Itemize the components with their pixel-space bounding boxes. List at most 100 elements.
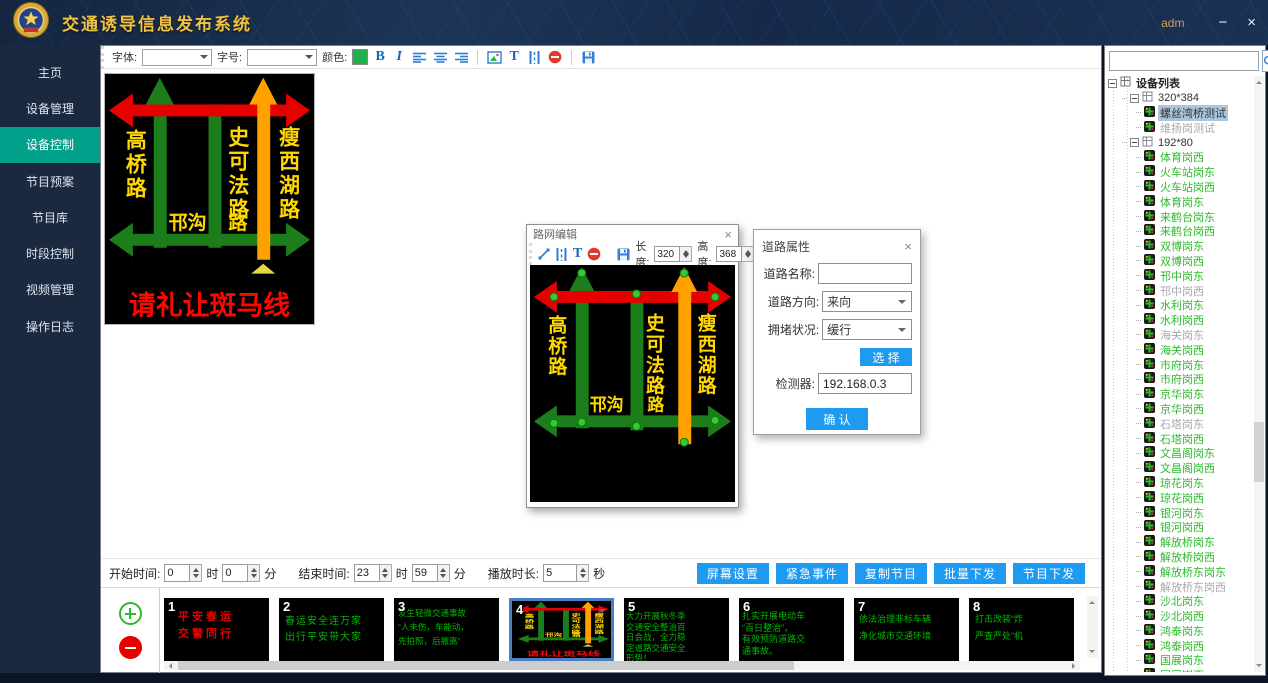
start-hour-input[interactable] [164, 564, 190, 582]
spinner-arrows[interactable] [380, 564, 392, 582]
tree-row[interactable]: 市府岗西 [1108, 372, 1252, 387]
tree-row[interactable]: 解放桥东岗东 [1108, 564, 1252, 579]
image-tool-icon[interactable] [486, 49, 502, 65]
device-label[interactable]: 维扬岗测试 [1158, 120, 1217, 136]
program-thumbnail[interactable]: 8 打击改装“炸严查严处“机 [969, 598, 1074, 661]
duration-input[interactable] [543, 564, 577, 582]
end-minute-stepper[interactable] [412, 564, 450, 582]
add-program-icon[interactable] [119, 602, 142, 625]
device-label[interactable]: 市府岗西 [1158, 371, 1206, 387]
device-label[interactable]: 双博岗东 [1158, 238, 1206, 254]
sidebar-item[interactable]: 设备管理 [0, 90, 100, 126]
tree-row[interactable]: 银河岗东 [1108, 505, 1252, 520]
tree-row[interactable]: 琼花岗西 [1108, 490, 1252, 505]
program-thumbnail[interactable]: 3 发生轻微交通事故“人未伤，车能动，先拍照，后撤离” [394, 598, 499, 661]
scroll-up-icon[interactable] [1256, 78, 1262, 84]
device-label[interactable]: 邗中岗东 [1158, 268, 1206, 284]
start-hour-stepper[interactable] [164, 564, 202, 582]
send-program-button[interactable]: 节目下发 [1013, 563, 1085, 584]
length-stepper[interactable] [654, 246, 692, 262]
led-preview[interactable]: 高桥路 史可法路 瘦西湖路 邗沟 路 请礼让斑马线 [104, 73, 315, 325]
minimize-icon[interactable]: − [1218, 15, 1227, 30]
device-label[interactable]: 银河岗西 [1158, 519, 1206, 535]
tree-scrollbar[interactable] [1254, 76, 1264, 672]
device-label[interactable]: 火车站岗东 [1158, 164, 1217, 180]
device-label[interactable]: 320*384 [1156, 92, 1201, 104]
tree-row[interactable]: 维扬岗测试 [1108, 120, 1252, 135]
tree-row[interactable]: 来鹤台岗东 [1108, 209, 1252, 224]
scroll-right-icon[interactable] [1072, 663, 1078, 669]
end-minute-input[interactable] [412, 564, 438, 582]
roadnet-canvas[interactable]: 高桥路 史可法路 瘦西湖路 邗沟 路 [530, 265, 735, 502]
italic-button[interactable]: I [392, 49, 406, 65]
device-label[interactable]: 火车站岗西 [1158, 179, 1217, 195]
device-label[interactable]: 解放桥东岗东 [1158, 564, 1228, 580]
save-icon[interactable] [580, 49, 596, 65]
road-tool-icon[interactable] [526, 49, 542, 65]
congestion-select[interactable]: 缓行 [822, 319, 912, 340]
tree-row[interactable]: 石塔岗西 [1108, 431, 1252, 446]
tree-row[interactable]: 解放桥岗东 [1108, 535, 1252, 550]
tree-row[interactable]: 水利岗东 [1108, 298, 1252, 313]
tree-row[interactable]: 体育岗东 [1108, 194, 1252, 209]
program-thumbnail[interactable]: 5 大力开展秋冬季交通安全整治百日会战，全力稳定道路交通安全形势！ [624, 598, 729, 661]
tree-row[interactable]: 火车站岗西 [1108, 180, 1252, 195]
size-select[interactable] [247, 49, 317, 66]
program-thumbnail[interactable]: 6 扎实开展电动车“百日整治”，有效预防道路交通事故。 [739, 598, 844, 661]
device-label[interactable]: 海关岗东 [1158, 327, 1206, 343]
device-label[interactable]: 京华岗西 [1158, 401, 1206, 417]
start-minute-stepper[interactable] [222, 564, 260, 582]
device-label[interactable]: 来鹤台岗西 [1158, 223, 1217, 239]
tree-row[interactable]: 320*384 [1108, 91, 1252, 106]
align-center-icon[interactable] [432, 49, 448, 65]
device-label[interactable]: 解放桥岗西 [1158, 549, 1217, 565]
tree-row[interactable]: 邗中岗东 [1108, 268, 1252, 283]
tree-row[interactable]: 解放桥岗西 [1108, 550, 1252, 565]
tree-row[interactable]: 鸿泰岗东 [1108, 623, 1252, 638]
close-icon[interactable]: × [724, 227, 732, 242]
tree-row[interactable]: 国展岗东 [1108, 653, 1252, 668]
tree-row[interactable]: 海关岗西 [1108, 342, 1252, 357]
horizontal-scrollbar[interactable] [164, 661, 1080, 670]
search-button[interactable] [1262, 50, 1268, 72]
remove-program-icon[interactable] [119, 636, 142, 659]
font-select[interactable] [142, 49, 212, 66]
program-thumbnail[interactable]: 2 春运安全连万家出行平安带大家 [279, 598, 384, 661]
sidebar-item[interactable]: 操作日志 [0, 308, 100, 344]
tree-row[interactable]: 体育岗西 [1108, 150, 1252, 165]
tree-row[interactable]: 市府岗东 [1108, 357, 1252, 372]
bold-button[interactable]: B [373, 49, 387, 65]
sidebar-item[interactable]: 节目预案 [0, 163, 100, 199]
close-icon[interactable]: × [1247, 15, 1256, 30]
device-label[interactable]: 来鹤台岗东 [1158, 209, 1217, 225]
scrollbar-thumb[interactable] [1254, 422, 1264, 482]
spinner-arrows[interactable] [190, 564, 202, 582]
collapse-icon[interactable] [1108, 79, 1117, 88]
tree-row[interactable]: 螺丝湾桥测试 [1108, 106, 1252, 121]
device-label[interactable]: 沙北岗东 [1158, 593, 1206, 609]
tree-row[interactable]: 文昌阁岗西 [1108, 461, 1252, 476]
color-swatch[interactable] [352, 49, 368, 65]
tree-row[interactable]: 192*80 [1108, 135, 1252, 150]
delete-tool-icon[interactable] [587, 246, 601, 262]
spinner-arrows[interactable] [438, 564, 450, 582]
align-right-icon[interactable] [453, 49, 469, 65]
draw-line-tool-icon[interactable] [538, 246, 550, 262]
device-label[interactable]: 文昌阁岗东 [1158, 445, 1217, 461]
tree-row[interactable]: 京华岗西 [1108, 402, 1252, 417]
sidebar-item[interactable]: 设备控制 [0, 127, 100, 163]
device-label[interactable]: 解放桥岗东 [1158, 534, 1217, 550]
vertical-scrollbar[interactable] [1087, 596, 1098, 658]
align-left-icon[interactable] [411, 49, 427, 65]
save-icon[interactable] [617, 246, 630, 262]
delete-tool-icon[interactable] [547, 49, 563, 65]
height-stepper[interactable] [716, 246, 754, 262]
height-input[interactable] [716, 246, 742, 262]
device-search-input[interactable] [1109, 51, 1259, 71]
device-label[interactable]: 文昌阁岗西 [1158, 460, 1217, 476]
device-label[interactable]: 国展岗东 [1158, 652, 1206, 668]
device-label[interactable]: 石塔岗西 [1158, 431, 1206, 447]
sidebar-item[interactable]: 视频管理 [0, 272, 100, 308]
device-label[interactable]: 琼花岗东 [1158, 475, 1206, 491]
device-label[interactable]: 琼花岗西 [1158, 490, 1206, 506]
